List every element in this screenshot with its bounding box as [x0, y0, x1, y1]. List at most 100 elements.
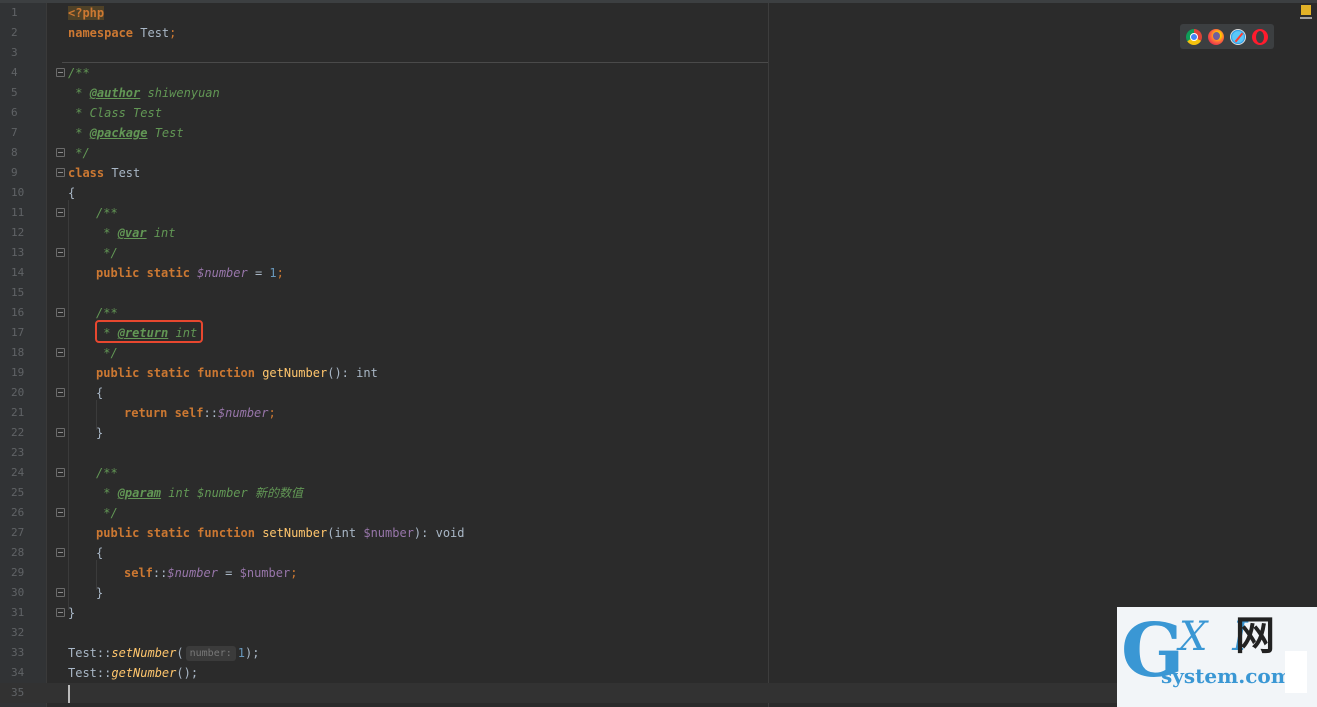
- fold-marker-icon[interactable]: [56, 148, 65, 157]
- line-number: 16: [11, 306, 25, 319]
- code-line-13[interactable]: 13 */: [0, 243, 1317, 263]
- code-line-15[interactable]: 15: [0, 283, 1317, 303]
- line-number: 15: [11, 286, 25, 299]
- firefox-icon[interactable]: [1208, 28, 1224, 45]
- code-line-24[interactable]: 24 /**: [0, 463, 1317, 483]
- fold-marker-icon[interactable]: [56, 168, 65, 177]
- function-name: setNumber: [262, 526, 328, 540]
- line-number: 24: [11, 466, 25, 479]
- code-line-6[interactable]: 6 * Class Test: [0, 103, 1317, 123]
- line-number: 21: [11, 406, 25, 419]
- opera-icon[interactable]: [1252, 28, 1268, 45]
- line-number: 28: [11, 546, 25, 559]
- doc-tag: @package: [89, 126, 148, 140]
- keyword: public static function: [96, 526, 255, 540]
- code-line-4[interactable]: 4 /**: [0, 63, 1317, 83]
- paren: (: [176, 646, 184, 660]
- code-line-14[interactable]: 14 public static $number = 1;: [0, 263, 1317, 283]
- code-line-2[interactable]: 2 namespace Test;: [0, 23, 1317, 43]
- code-line-21[interactable]: 21 return self::$number;: [0, 403, 1317, 423]
- watermark-domain: system.com: [1161, 664, 1292, 688]
- watermark-logo: G X I 网 system.com: [1117, 607, 1317, 707]
- scroll-marker[interactable]: [1300, 17, 1312, 19]
- line-number: 10: [11, 186, 25, 199]
- doc-comment: /**: [68, 66, 90, 80]
- code-line-10[interactable]: 10 {: [0, 183, 1317, 203]
- code-line-7[interactable]: 7 * @package Test: [0, 123, 1317, 143]
- doc-comment: * Class Test: [68, 106, 162, 120]
- fold-marker-icon[interactable]: [56, 208, 65, 217]
- operator: =: [247, 266, 270, 280]
- code-line-3[interactable]: 3: [0, 43, 1317, 63]
- code-line-8[interactable]: 8 */: [0, 143, 1317, 163]
- semicolon: ;: [169, 26, 177, 40]
- return-annotation-highlight: [95, 320, 203, 343]
- doc-comment: int: [146, 226, 176, 240]
- fold-marker-icon[interactable]: [56, 308, 65, 317]
- watermark-patch: [1285, 651, 1307, 693]
- line-number: 18: [11, 346, 25, 359]
- fold-marker-icon[interactable]: [56, 248, 65, 257]
- doc-comment: *: [68, 126, 90, 140]
- code-editor-window: 1 <?php 2 namespace Test; 3 4 /** 5 * @a…: [0, 0, 1317, 707]
- code-line-1[interactable]: 1 <?php: [0, 3, 1317, 23]
- doc-comment: shiwenyuan: [140, 86, 220, 100]
- doc-comment: */: [68, 146, 90, 160]
- code-line-25[interactable]: 25 * @param int $number 新的数值: [0, 483, 1317, 503]
- doc-tag: @author: [89, 86, 141, 100]
- code-line-5[interactable]: 5 * @author shiwenyuan: [0, 83, 1317, 103]
- fold-marker-icon[interactable]: [56, 548, 65, 557]
- fold-marker-icon[interactable]: [56, 428, 65, 437]
- code-line-30[interactable]: 30 }: [0, 583, 1317, 603]
- signature: ): void: [413, 526, 465, 540]
- doc-comment: */: [96, 346, 118, 360]
- safari-icon[interactable]: [1230, 28, 1246, 45]
- number-literal: 1: [269, 266, 277, 280]
- code-line-19[interactable]: 19 public static function getNumber(): i…: [0, 363, 1317, 383]
- fold-marker-icon[interactable]: [56, 388, 65, 397]
- class-name: Test: [104, 166, 141, 180]
- browser-preview-bar: [1180, 24, 1274, 49]
- fold-marker-icon[interactable]: [56, 68, 65, 77]
- parameter-hint: number:: [185, 646, 236, 661]
- brace: {: [96, 546, 104, 560]
- code-line-18[interactable]: 18 */: [0, 343, 1317, 363]
- text-caret: [68, 685, 70, 703]
- code-line-9[interactable]: 9 class Test: [0, 163, 1317, 183]
- brace: }: [68, 606, 76, 620]
- line-number: 5: [11, 86, 18, 99]
- line-number: 6: [11, 106, 18, 119]
- variable: $number: [167, 566, 218, 580]
- signature: (int: [327, 526, 364, 540]
- inspection-status-icon[interactable]: [1301, 5, 1311, 15]
- fold-marker-icon[interactable]: [56, 508, 65, 517]
- fold-marker-icon[interactable]: [56, 588, 65, 597]
- code-line-23[interactable]: 23: [0, 443, 1317, 463]
- doc-comment: /**: [96, 206, 118, 220]
- brace: }: [96, 426, 104, 440]
- fold-marker-icon[interactable]: [56, 608, 65, 617]
- class-name: Test: [68, 646, 97, 660]
- line-number: 20: [11, 386, 25, 399]
- semicolon: ;: [290, 566, 298, 580]
- code-line-26[interactable]: 26 */: [0, 503, 1317, 523]
- line-number: 33: [11, 646, 25, 659]
- doc-comment: */: [96, 506, 118, 520]
- fold-marker-icon[interactable]: [56, 468, 65, 477]
- double-colon: ::: [96, 666, 112, 680]
- code-line-12[interactable]: 12 * @var int: [0, 223, 1317, 243]
- function-name: getNumber: [262, 366, 328, 380]
- brace: {: [96, 386, 104, 400]
- code-line-27[interactable]: 27 public static function setNumber(int …: [0, 523, 1317, 543]
- code-line-22[interactable]: 22 }: [0, 423, 1317, 443]
- fold-marker-icon[interactable]: [56, 348, 65, 357]
- code-line-11[interactable]: 11 /**: [0, 203, 1317, 223]
- code-line-29[interactable]: 29 self::$number = $number;: [0, 563, 1317, 583]
- chrome-icon[interactable]: [1186, 28, 1202, 45]
- doc-tag: @param: [117, 486, 162, 500]
- doc-comment: /**: [96, 306, 118, 320]
- code-line-28[interactable]: 28 {: [0, 543, 1317, 563]
- number-literal: 1: [237, 646, 246, 660]
- keyword: namespace: [68, 26, 134, 40]
- code-line-20[interactable]: 20 {: [0, 383, 1317, 403]
